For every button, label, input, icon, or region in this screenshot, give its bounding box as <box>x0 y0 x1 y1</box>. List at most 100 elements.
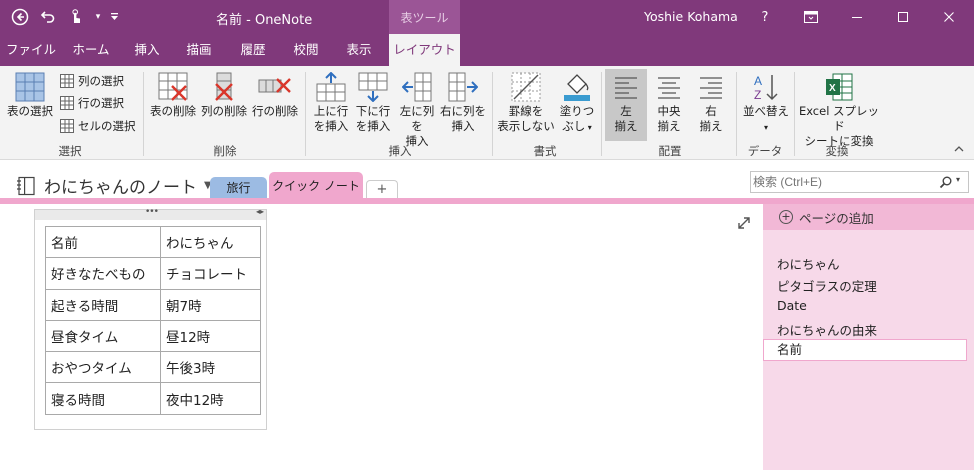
user-name[interactable]: Yoshie Kohama <box>644 9 738 24</box>
table-cell[interactable]: 名前 <box>45 225 161 259</box>
data-table[interactable]: 名前 わにちゃん 好きなたべもの チョコレート 起きる時間 朝7時 昼食タイム … <box>45 225 261 415</box>
page-item[interactable]: わにちゃんの由来 <box>777 320 877 339</box>
tab-view[interactable]: 表示 <box>336 34 382 66</box>
shading-label-1: 塗りつ <box>559 104 595 118</box>
align-left-label-1: 左 <box>620 104 632 118</box>
table-cell[interactable]: 寝る時間 <box>45 382 161 415</box>
table-cell[interactable]: 昼食タイム <box>45 319 161 353</box>
select-column-icon <box>60 74 74 88</box>
insert-right-label-2: 挿入 <box>451 119 475 133</box>
customize-qat-icon[interactable] <box>106 0 122 34</box>
plus-circle-icon: + <box>779 210 793 224</box>
page-item[interactable]: Date <box>777 298 807 313</box>
add-page-label: ページの追加 <box>799 210 874 226</box>
minimize-icon[interactable] <box>834 0 880 34</box>
search-scope-dropdown-icon[interactable]: ▾ <box>956 175 960 184</box>
search-icon[interactable] <box>939 176 952 189</box>
group-label-data: データ <box>747 144 783 158</box>
table-cell[interactable]: 午後3時 <box>160 351 261 384</box>
delete-column-button[interactable]: 列の削除 <box>200 72 248 119</box>
select-table-button[interactable]: 表の選択 <box>4 72 56 119</box>
group-divider <box>143 72 144 156</box>
tab-layout[interactable]: レイアウト <box>389 34 460 66</box>
insert-column-left-button[interactable]: 左に列を 挿入 <box>395 72 439 149</box>
tab-review[interactable]: 校閲 <box>283 34 329 66</box>
search-input[interactable] <box>753 173 933 191</box>
insert-left-icon <box>402 72 432 102</box>
page-list: + ページの追加 わにちゃん ピタゴラスの定理 Date わにちゃんの由来 名前 <box>763 204 974 470</box>
insert-column-right-button[interactable]: 右に列を 挿入 <box>440 72 486 134</box>
page-item-selected[interactable]: 名前 <box>763 339 967 361</box>
undo-icon[interactable] <box>34 0 62 34</box>
page-item[interactable]: ピタゴラスの定理 <box>777 276 877 295</box>
insert-row-below-button[interactable]: 下に行 を挿入 <box>352 72 394 134</box>
tab-history[interactable]: 履歴 <box>230 34 276 66</box>
full-page-view-icon[interactable] <box>737 216 751 230</box>
table-row: 起きる時間 朝7時 <box>45 288 261 321</box>
back-icon[interactable] <box>6 0 34 34</box>
group-divider <box>601 72 602 156</box>
tab-home[interactable]: ホーム <box>63 34 119 66</box>
notebook-icon <box>17 176 35 195</box>
align-center-button[interactable]: 中央 揃え <box>649 72 689 134</box>
page-item[interactable]: わにちゃん <box>777 254 840 273</box>
note-container[interactable]: ••• ◂▸ 名前 わにちゃん 好きなたべもの チョコレート 起きる時間 朝7時… <box>34 207 267 430</box>
collapse-ribbon-icon[interactable] <box>954 144 964 155</box>
align-center-icon <box>658 77 680 99</box>
notebook-name: わにちゃんのノート <box>44 178 197 198</box>
align-right-icon <box>700 77 722 99</box>
shading-button[interactable]: 塗りつ ぶし ▾ <box>557 72 597 135</box>
table-cell[interactable]: 夜中12時 <box>160 382 261 415</box>
insert-left-label-1: 左に列を <box>399 104 435 133</box>
sort-button[interactable]: A Z 並べ替え ▾ <box>739 72 793 135</box>
svg-text:A: A <box>754 74 762 88</box>
table-cell[interactable]: 起きる時間 <box>45 288 161 321</box>
drag-handle-icon[interactable]: ••• <box>145 207 159 217</box>
table-cell[interactable]: わにちゃん <box>160 225 261 259</box>
maximize-icon[interactable] <box>880 0 926 34</box>
convert-to-excel-button[interactable]: X Excel スプレッド シートに変換 <box>797 72 881 149</box>
title-bar: ▾ 名前 - OneNote 表ツール Yoshie Kohama ? <box>0 0 974 34</box>
ribbon-display-options-icon[interactable] <box>788 0 834 34</box>
table-cell[interactable]: おやつタイム <box>45 351 161 384</box>
align-left-icon <box>615 77 637 99</box>
table-cell[interactable]: 朝7時 <box>160 288 261 321</box>
select-cell-button[interactable]: セルの選択 <box>60 117 136 135</box>
section-tab-quick-notes[interactable]: クイック ノート <box>269 172 363 200</box>
select-row-label: 行の選択 <box>78 96 124 110</box>
add-page-button[interactable]: + ページの追加 <box>763 204 974 230</box>
insert-below-icon <box>358 72 388 102</box>
table-cell[interactable]: チョコレート <box>160 257 261 290</box>
close-icon[interactable] <box>926 0 972 34</box>
align-left-button[interactable]: 左 揃え <box>605 69 647 141</box>
hide-borders-label-2: 表示しない <box>497 119 555 133</box>
tab-insert[interactable]: 挿入 <box>124 34 170 66</box>
delete-table-button[interactable]: 表の削除 <box>148 72 198 119</box>
delete-column-icon <box>215 72 233 101</box>
container-handle-bar[interactable]: ••• ◂▸ <box>35 207 266 220</box>
help-button[interactable]: ? <box>742 0 788 34</box>
insert-row-above-button[interactable]: 上に行 を挿入 <box>310 72 352 134</box>
select-column-label: 列の選択 <box>78 74 124 88</box>
align-right-button[interactable]: 右 揃え <box>691 72 731 134</box>
resize-handle-icon[interactable]: ◂▸ <box>256 207 264 216</box>
select-column-button[interactable]: 列の選択 <box>60 72 124 90</box>
tab-draw[interactable]: 描画 <box>176 34 222 66</box>
table-cell[interactable]: 昼12時 <box>160 319 261 353</box>
search-box[interactable]: ▾ <box>750 171 969 193</box>
section-tab-travel[interactable]: 旅行 <box>210 177 267 199</box>
hide-borders-button[interactable]: 罫線を 表示しない <box>497 72 555 134</box>
add-section-button[interactable]: + <box>366 180 398 199</box>
insert-right-label-1: 右に列を <box>440 104 486 118</box>
select-row-button[interactable]: 行の選択 <box>60 94 124 112</box>
shading-dropdown-icon: ▾ <box>585 123 592 132</box>
touch-dropdown-icon[interactable]: ▾ <box>90 0 106 34</box>
sort-label: 並べ替え <box>743 104 789 118</box>
select-cell-icon <box>60 119 74 133</box>
tab-file[interactable]: ファイル <box>2 34 60 66</box>
touch-mode-icon[interactable] <box>62 0 90 34</box>
delete-row-button[interactable]: 行の削除 <box>250 72 300 119</box>
group-divider <box>794 72 795 156</box>
notebook-selector[interactable]: わにちゃんのノート ▼ <box>16 173 212 198</box>
table-cell[interactable]: 好きなたべもの <box>45 257 161 290</box>
